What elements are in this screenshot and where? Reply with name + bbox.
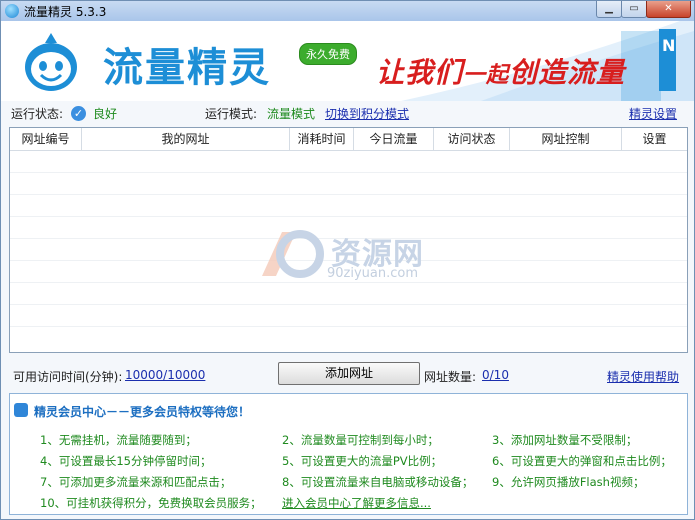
window-title: 流量精灵 5.3.3 (24, 5, 107, 19)
member-benefit-item: 3、添加网址数量不受限制； (492, 433, 638, 447)
watermark-logo-icon (262, 230, 324, 278)
run-status-label: 运行状态: (11, 107, 64, 121)
column-header-id[interactable]: 网址编号 (10, 128, 82, 150)
header-banner: 流量精灵 永久免费 N 让我们一起创造流量 (1, 21, 694, 101)
member-benefit-item: 2、流量数量可控制到每小时； (282, 433, 439, 447)
switch-mode-link[interactable]: 切换到积分模式 (325, 105, 409, 122)
column-header-time[interactable]: 消耗时间 (290, 128, 354, 150)
column-header-status[interactable]: 访问状态 (434, 128, 510, 150)
app-logo-text: 流量精灵 (103, 45, 271, 91)
table-row (10, 304, 687, 305)
member-benefit-item: 9、允许网页播放Flash视频； (492, 475, 645, 489)
add-url-button[interactable]: 添加网址 (278, 362, 420, 385)
svg-text:N: N (662, 36, 675, 55)
column-header-control[interactable]: 网址控制 (510, 128, 622, 150)
maximize-button[interactable]: ▭ (621, 1, 647, 18)
watermark-url: 90ziyuan.com (327, 266, 419, 281)
member-center-title: 精灵会员中心－－更多会员特权等待您！ (14, 403, 250, 420)
table-row (10, 326, 687, 327)
run-mode-label: 运行模式: (205, 107, 258, 121)
table-header: 网址编号 我的网址 消耗时间 今日流量 访问状态 网址控制 设置 (10, 128, 687, 151)
table-row (10, 282, 687, 283)
settings-link[interactable]: 精灵设置 (629, 105, 677, 122)
mascot-logo-icon (25, 33, 77, 91)
available-time-label: 可用访问时间(分钟): (13, 370, 123, 384)
table-row (10, 194, 687, 195)
available-time-value[interactable]: 10000/10000 (125, 368, 205, 382)
member-benefit-item: 1、无需挂机，流量随要随到； (40, 433, 197, 447)
member-benefit-item: 6、可设置更大的弹窗和点击比例； (492, 454, 672, 468)
member-center-link[interactable]: 进入会员中心了解更多信息... (282, 495, 431, 511)
member-benefit-item: 5、可设置更大的流量PV比例； (282, 454, 443, 468)
column-header-url[interactable]: 我的网址 (82, 128, 290, 150)
column-header-traffic[interactable]: 今日流量 (354, 128, 434, 150)
member-benefit-item: 7、可添加更多流量来源和匹配点击； (40, 475, 232, 489)
table-row (10, 216, 687, 217)
banner-slogan: 让我们一起创造流量 (376, 56, 626, 89)
member-benefit-item: 4、可设置最长15分钟停留时间； (40, 454, 212, 468)
member-benefit-item: 8、可设置流量来自电脑或移动设备； (282, 475, 474, 489)
help-link[interactable]: 精灵使用帮助 (607, 368, 679, 385)
app-icon (5, 4, 19, 18)
status-row: 运行状态: ✓ 良好 运行模式: 流量模式 切换到积分模式 精灵设置 (1, 105, 694, 123)
member-icon (14, 403, 28, 417)
free-badge: 永久免费 (299, 43, 357, 65)
url-count-value[interactable]: 0/10 (482, 368, 509, 382)
close-button[interactable]: ✕ (646, 1, 691, 18)
check-icon: ✓ (71, 106, 86, 121)
app-window: 流量精灵 5.3.3 ▁ ▭ ✕ 流量精灵 永久免费 N 让我们一起创造流量 运… (0, 0, 695, 520)
minimize-button[interactable]: ▁ (596, 1, 622, 18)
run-status-value: 良好 (93, 107, 118, 121)
table-row (10, 172, 687, 173)
url-count-label: 网址数量: (424, 370, 477, 384)
title-bar[interactable]: 流量精灵 5.3.3 ▁ ▭ ✕ (1, 1, 694, 21)
member-center-panel: 精灵会员中心－－更多会员特权等待您！ 1、无需挂机，流量随要随到； 2、流量数量… (9, 393, 688, 515)
member-benefit-item: 10、可挂机获得积分，免费换取会员服务； (40, 496, 262, 510)
column-header-settings[interactable]: 设置 (622, 128, 687, 150)
run-mode-value: 流量模式 (267, 107, 316, 121)
